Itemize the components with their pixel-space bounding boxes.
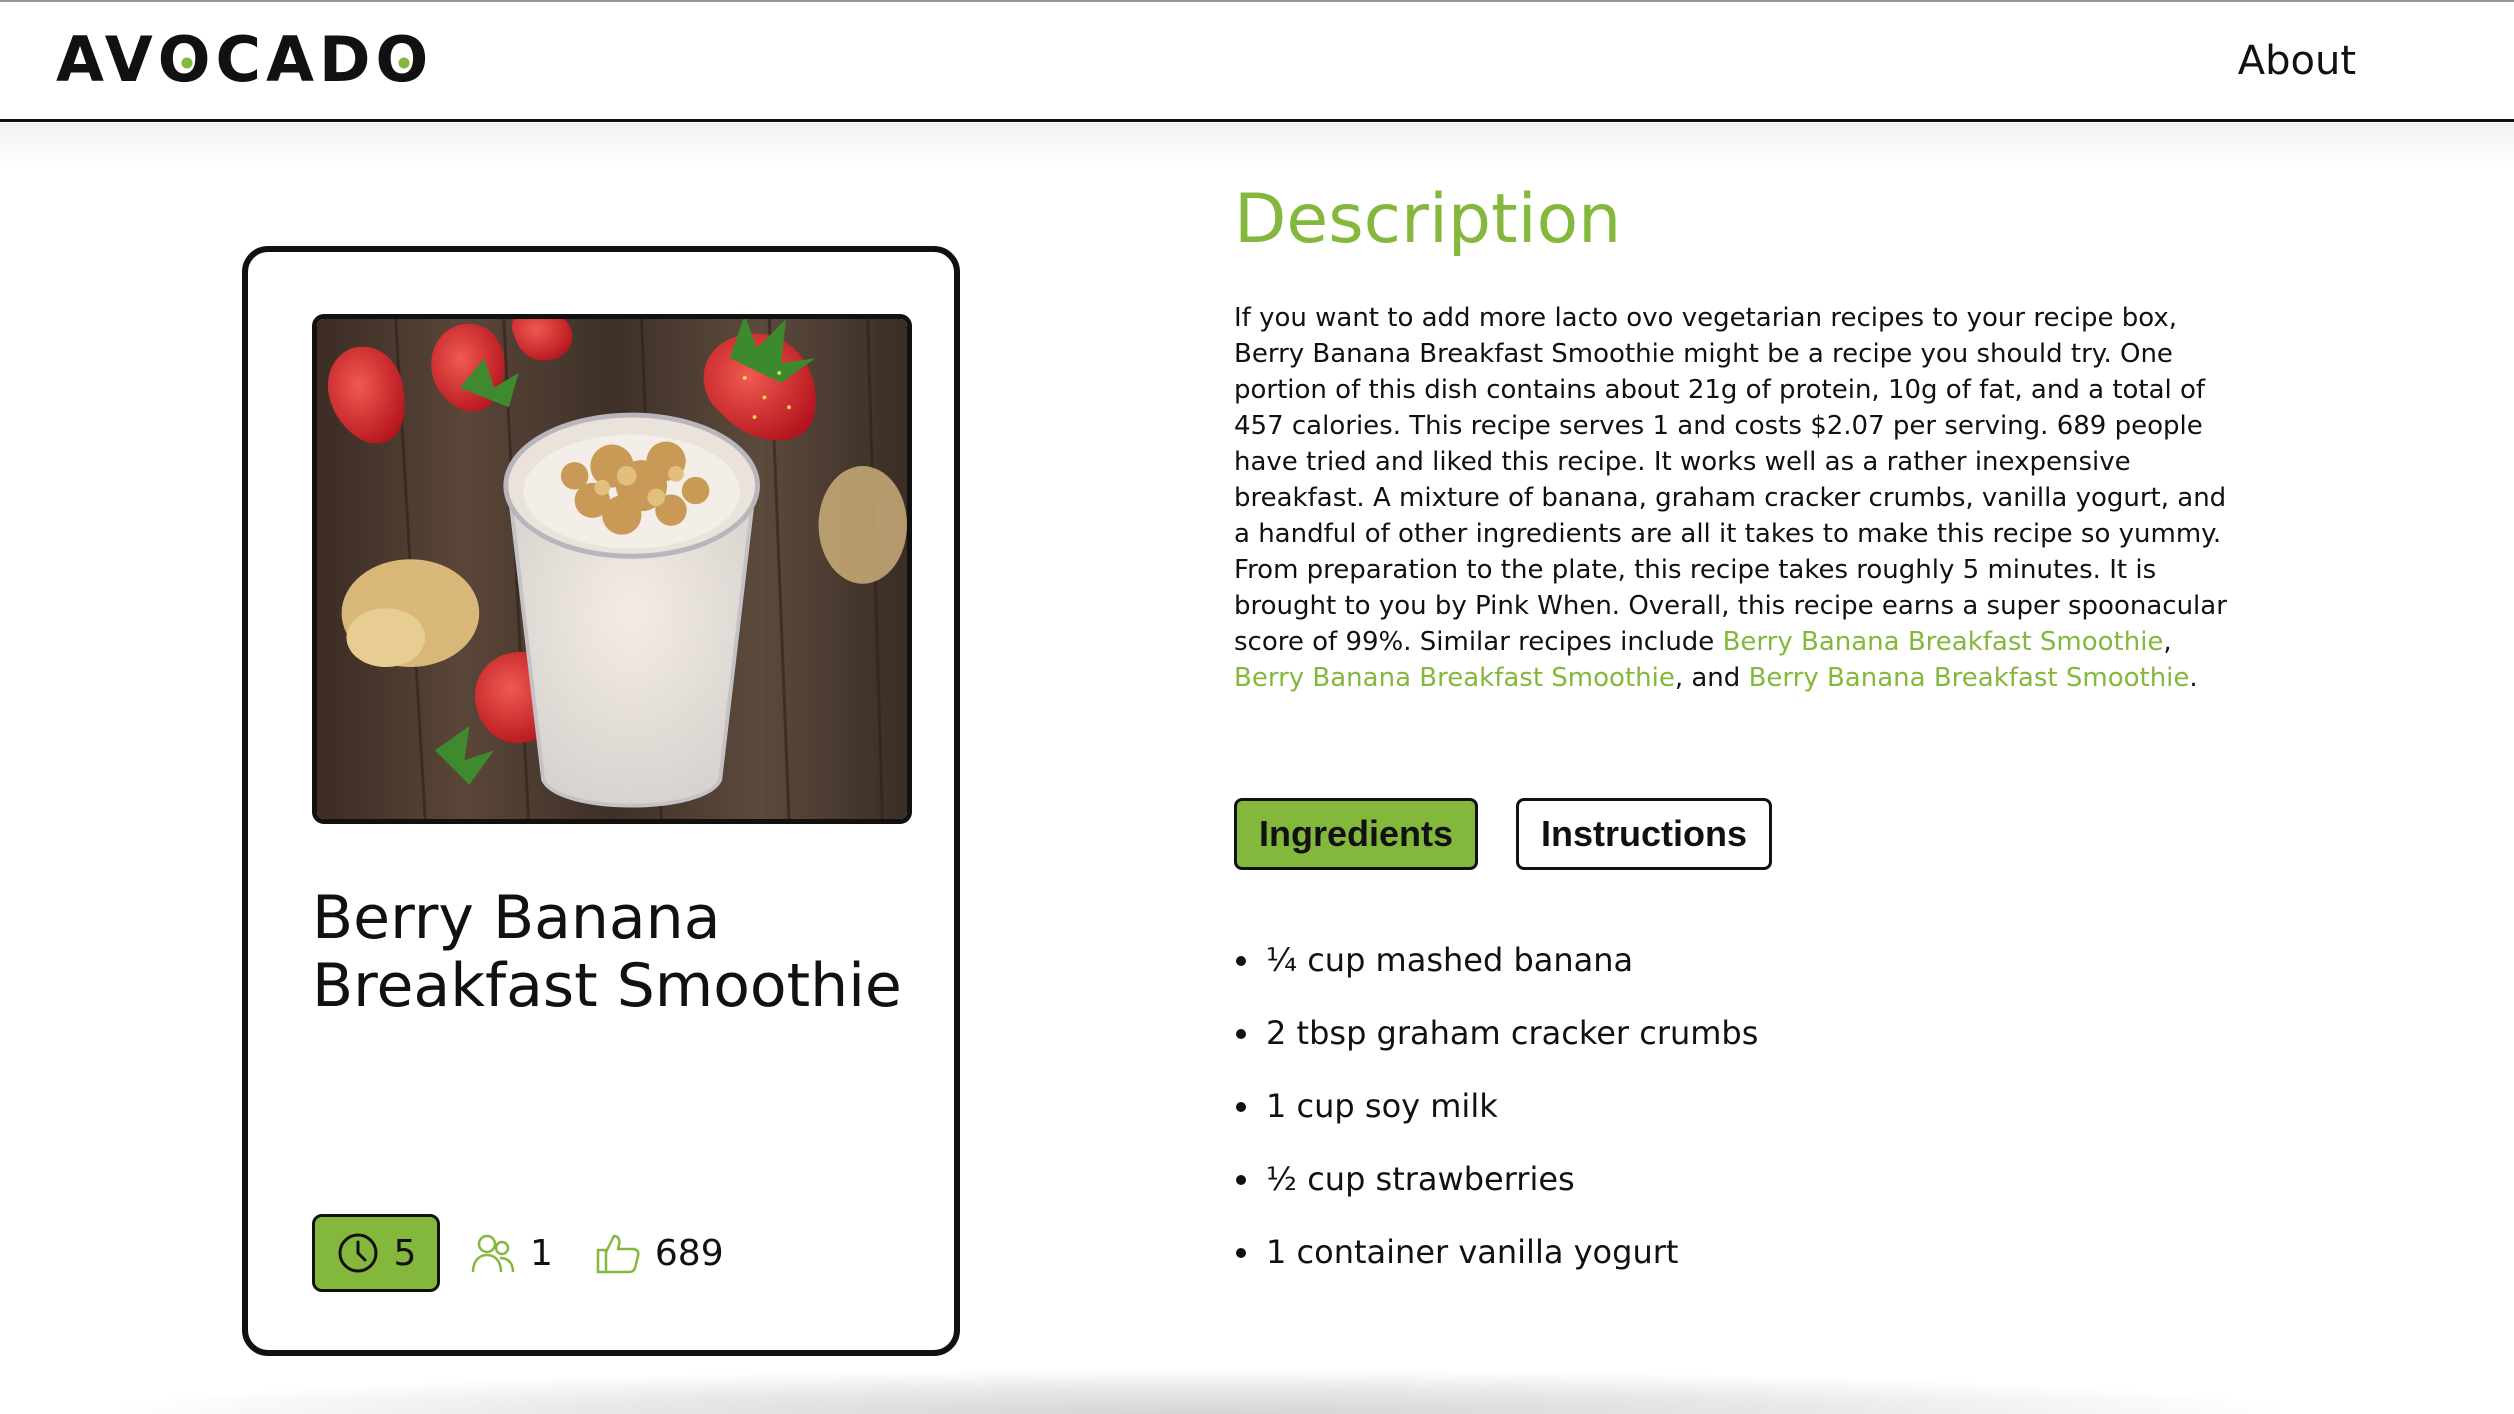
ingredient-item: 1 container vanilla yogurt	[1234, 1222, 1758, 1295]
logo-o-last: O	[375, 23, 433, 96]
ingredient-item: ¼ cup mashed banana	[1234, 930, 1758, 1003]
recipe-card: Berry Banana Breakfast Smoothie 5 1 689	[242, 246, 960, 1356]
recipe-stats: 5 1 689	[312, 1214, 724, 1292]
avocado-logo[interactable]: AVOCADO	[56, 22, 433, 96]
smoothie-photo-illustration	[317, 319, 907, 819]
recipe-title: Berry Banana Breakfast Smoothie	[312, 883, 902, 1021]
description-body: If you want to add more lacto ovo vegeta…	[1234, 303, 2227, 657]
users-icon	[471, 1234, 515, 1273]
separator: .	[2189, 663, 2198, 693]
avocado-pit-icon	[398, 57, 410, 69]
logo-o-first: O	[158, 23, 216, 96]
tab-instructions[interactable]: Instructions	[1516, 798, 1772, 870]
ingredients-list: ¼ cup mashed banana 2 tbsp graham cracke…	[1234, 930, 1758, 1295]
clock-icon	[338, 1233, 378, 1273]
separator: , and	[1674, 663, 1749, 693]
logo-text-c: C	[215, 22, 266, 96]
similar-recipe-link-3[interactable]: Berry Banana Breakfast Smoothie	[1749, 663, 2190, 693]
ingredient-item: 1 cup soy milk	[1234, 1076, 1758, 1149]
description-text: If you want to add more lacto ovo vegeta…	[1234, 300, 2244, 696]
recipe-photo	[312, 314, 912, 824]
ingredient-item: 2 tbsp graham cracker crumbs	[1234, 1003, 1758, 1076]
header-shadow	[0, 123, 2514, 168]
prep-time-value: 5	[393, 1232, 417, 1274]
logo-text-a: A	[266, 22, 319, 96]
servings-value: 1	[530, 1232, 553, 1274]
similar-recipe-link-2[interactable]: Berry Banana Breakfast Smoothie	[1234, 663, 1675, 693]
likes-value: 689	[654, 1232, 724, 1274]
servings-stat: 1	[470, 1230, 553, 1276]
thumbs-up-icon	[596, 1234, 640, 1274]
logo-text-d: D	[318, 22, 376, 96]
separator: ,	[2163, 627, 2172, 657]
tab-ingredients[interactable]: Ingredients	[1234, 798, 1478, 870]
logo-text-av: AV	[56, 22, 158, 96]
footer-shadow	[120, 1370, 2280, 1414]
description-heading: Description	[1234, 180, 1622, 259]
likes-stat: 689	[595, 1230, 724, 1276]
ingredient-item: ½ cup strawberries	[1234, 1149, 1758, 1222]
similar-recipe-link-1[interactable]: Berry Banana Breakfast Smoothie	[1723, 627, 2164, 657]
nav-about-link[interactable]: About	[2238, 38, 2356, 84]
site-header: AVOCADO About	[0, 2, 2514, 122]
prep-time-badge: 5	[312, 1214, 440, 1292]
avocado-pit-icon	[181, 57, 193, 69]
